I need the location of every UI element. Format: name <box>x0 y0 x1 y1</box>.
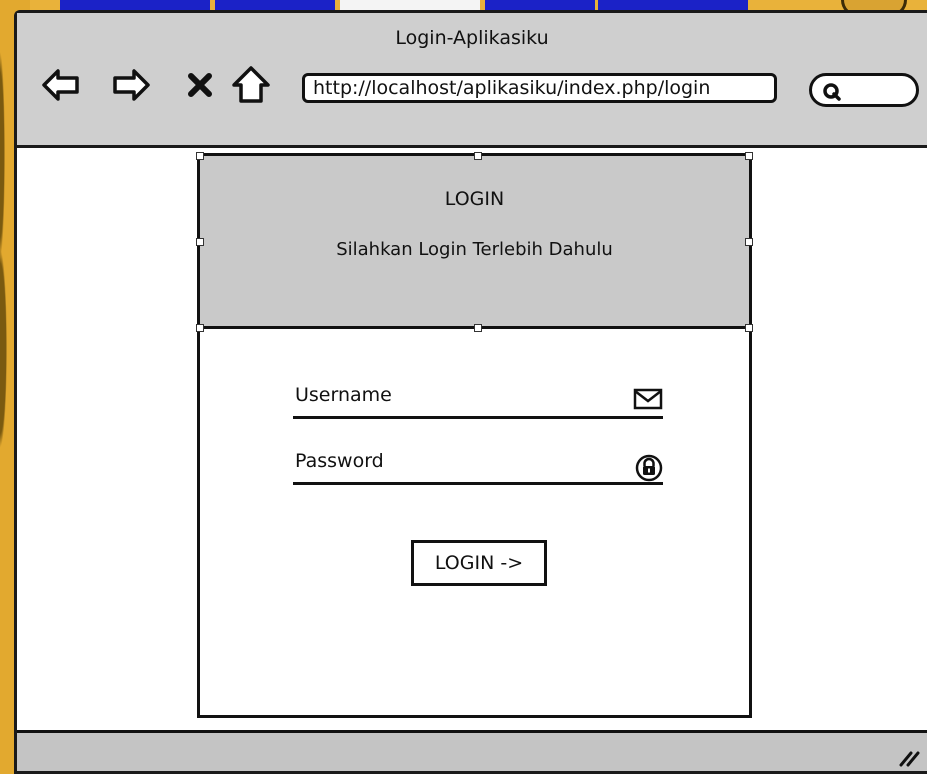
arrow-left-icon <box>42 69 79 101</box>
browser-toolbar: Login-Aplikasiku http://localhost/aplika… <box>17 13 927 148</box>
url-input[interactable]: http://localhost/aplikasiku/index.php/lo… <box>302 73 777 103</box>
username-label: Username <box>295 384 392 406</box>
home-button[interactable] <box>231 65 271 105</box>
status-bar <box>17 730 927 771</box>
selection-handle[interactable] <box>474 324 482 332</box>
selection-handle[interactable] <box>745 324 753 332</box>
password-label: Password <box>295 450 384 472</box>
login-subtitle: Silahkan Login Terlebih Dahulu <box>336 239 613 260</box>
selection-handle[interactable] <box>196 238 204 246</box>
browser-window: Login-Aplikasiku http://localhost/aplika… <box>14 10 927 774</box>
search-icon <box>823 83 841 101</box>
back-button[interactable] <box>41 65 81 105</box>
selection-handle[interactable] <box>196 152 204 160</box>
login-heading: LOGIN <box>444 188 505 210</box>
password-field[interactable]: Password <box>293 444 663 485</box>
search-input[interactable] <box>809 73 919 107</box>
login-card: LOGIN Silahkan Login Terlebih Dahulu Use… <box>196 152 753 718</box>
login-button[interactable]: LOGIN -> <box>411 540 547 586</box>
selection-handle[interactable] <box>196 324 204 332</box>
login-header: LOGIN Silahkan Login Terlebih Dahulu <box>200 156 749 329</box>
x-icon <box>188 73 212 97</box>
arrow-right-icon <box>113 69 150 101</box>
stop-button[interactable] <box>180 65 220 105</box>
page-content: LOGIN Silahkan Login Terlebih Dahulu Use… <box>17 148 927 771</box>
window-title: Login-Aplikasiku <box>395 27 549 49</box>
username-field[interactable]: Username <box>293 378 663 419</box>
selection-handle[interactable] <box>474 152 482 160</box>
home-icon <box>232 66 270 103</box>
selection-handle[interactable] <box>745 238 753 246</box>
resize-grip-icon[interactable] <box>897 743 921 767</box>
selection-handle[interactable] <box>745 152 753 160</box>
lock-icon <box>635 454 663 482</box>
forward-button[interactable] <box>111 65 151 105</box>
envelope-icon <box>633 388 663 410</box>
